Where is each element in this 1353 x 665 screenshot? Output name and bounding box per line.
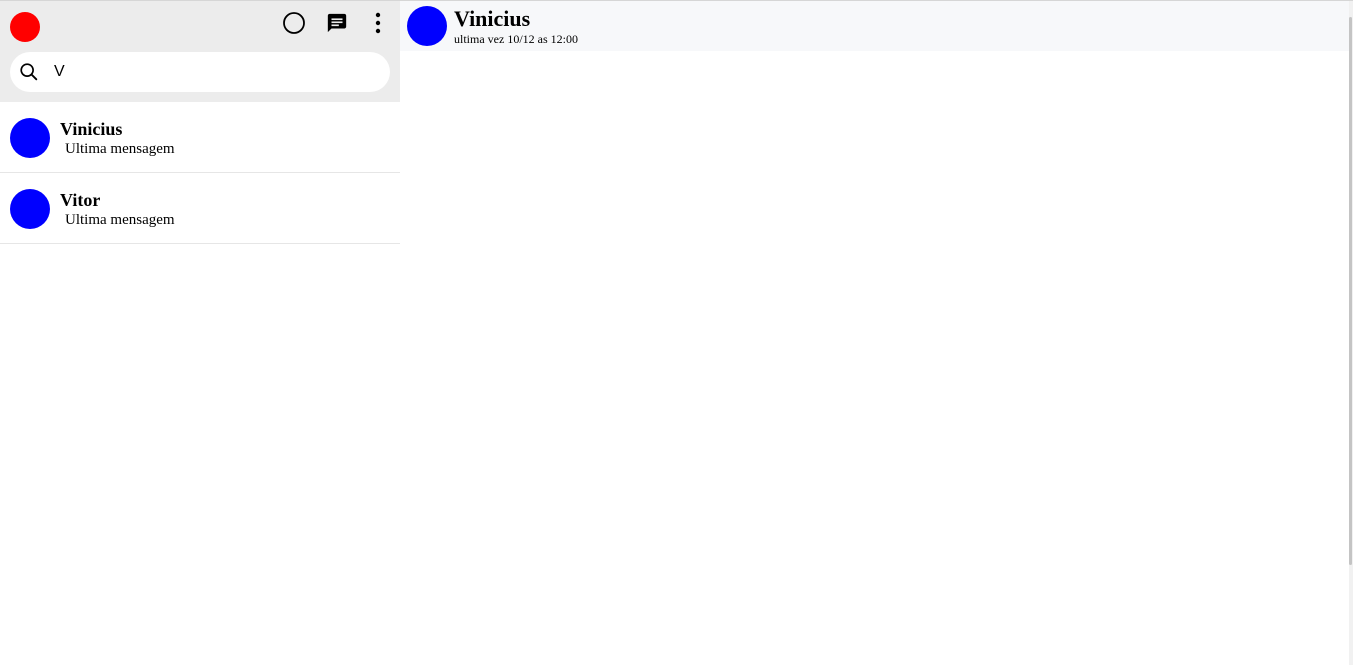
last-seen-status: ultima vez 10/12 as 12:00 xyxy=(454,32,578,46)
chat-name: Vinicius xyxy=(60,119,123,139)
search-input[interactable] xyxy=(54,60,374,84)
menu-dots-icon[interactable] xyxy=(364,9,392,37)
chat-panel: Vinicius ultima vez 10/12 as 12:00 xyxy=(400,1,1353,665)
chat-header[interactable]: Vinicius ultima vez 10/12 as 12:00 xyxy=(400,1,1350,51)
chat-name: Vitor xyxy=(60,190,101,210)
chat-preview: Ultima mensagem xyxy=(65,141,175,157)
sidebar: Vinicius Ultima mensagem Vitor Ultima me… xyxy=(0,1,400,665)
app-window: Vinicius Ultima mensagem Vitor Ultima me… xyxy=(0,0,1353,665)
scrollbar-thumb[interactable] xyxy=(1349,17,1352,565)
list-item[interactable]: Vinicius Ultima mensagem xyxy=(0,102,400,173)
contact-name: Vinicius xyxy=(454,6,531,31)
chat-list: Vinicius Ultima mensagem Vitor Ultima me… xyxy=(0,102,400,244)
search-icon xyxy=(18,61,40,83)
list-item[interactable]: Vitor Ultima mensagem xyxy=(0,173,400,244)
avatar xyxy=(10,118,50,158)
search-box[interactable] xyxy=(10,52,390,92)
avatar xyxy=(10,189,50,229)
my-avatar[interactable] xyxy=(10,12,40,42)
contact-avatar[interactable] xyxy=(407,6,447,46)
chat-preview: Ultima mensagem xyxy=(65,212,175,228)
status-icon[interactable] xyxy=(280,9,308,37)
sidebar-header xyxy=(0,1,400,102)
scrollbar[interactable] xyxy=(1349,1,1353,665)
new-chat-icon[interactable] xyxy=(323,9,351,37)
